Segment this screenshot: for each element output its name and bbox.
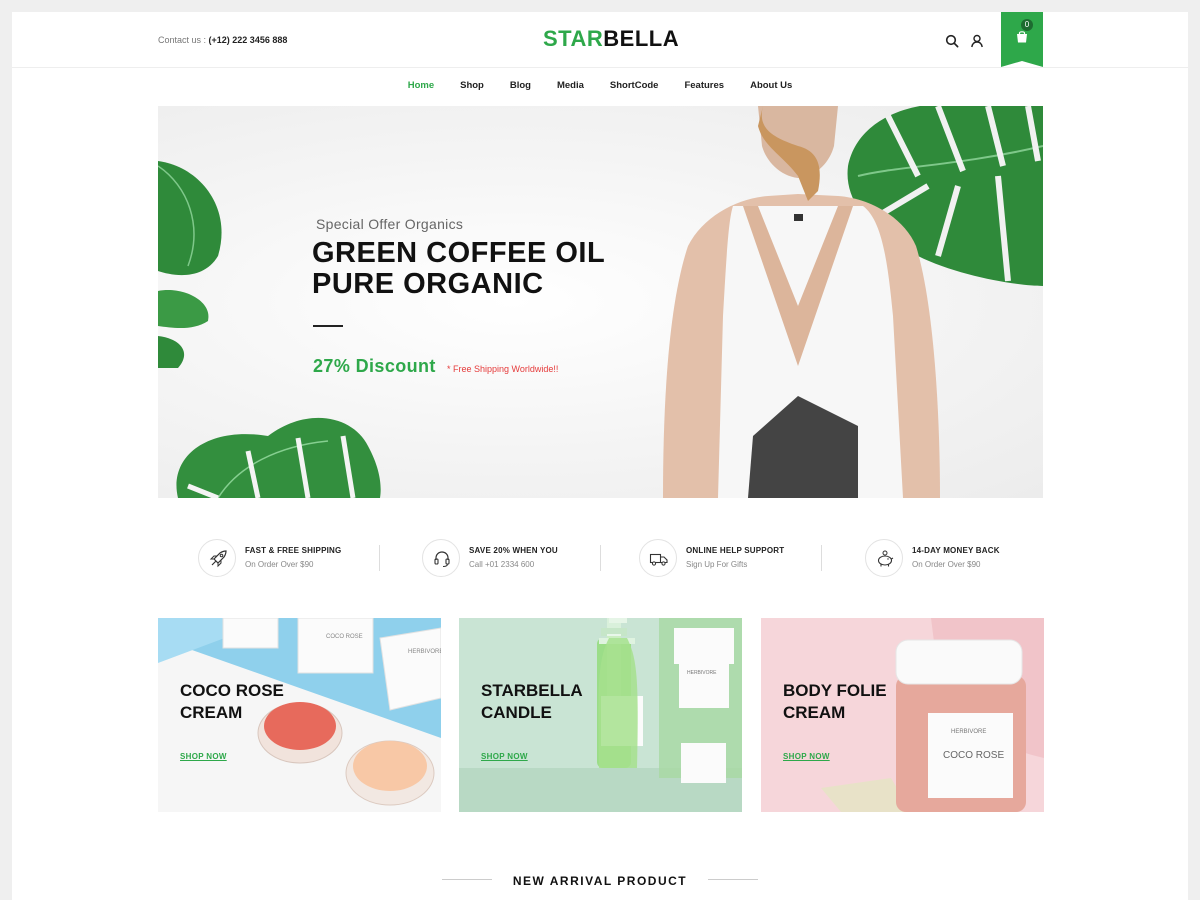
feature-title: ONLINE HELP SUPPORT bbox=[686, 546, 785, 555]
feature-title: FAST & FREE SHIPPING bbox=[245, 546, 342, 555]
hero-title-line-2: PURE ORGANIC bbox=[312, 268, 544, 300]
section-title: NEW ARRIVAL PRODUCT bbox=[512, 874, 688, 888]
nav-features[interactable]: Features bbox=[684, 80, 724, 91]
nav-shortcode[interactable]: ShortCode bbox=[610, 80, 659, 91]
promo-title: COCO ROSE CREAM bbox=[180, 680, 284, 724]
search-icon[interactable] bbox=[945, 34, 959, 48]
header: Contact us : (+12) 222 3456 888 STARBELL… bbox=[12, 12, 1188, 68]
user-icon[interactable] bbox=[970, 34, 984, 48]
promo-banner-body-folie[interactable]: HERBIVORE COCO ROSE BODY FOLIE CREAM SHO… bbox=[761, 618, 1044, 812]
promo-title-line-2: CANDLE bbox=[481, 703, 552, 722]
nav-shop[interactable]: Shop bbox=[460, 80, 484, 91]
promo-title-line-2: CREAM bbox=[783, 703, 846, 722]
label-herbivore: HERBIVORE bbox=[687, 670, 717, 676]
contact-phone[interactable]: (+12) 222 3456 888 bbox=[209, 35, 288, 45]
nav-about-us[interactable]: About Us bbox=[750, 80, 792, 91]
main-nav: Home Shop Blog Media ShortCode Features About … bbox=[12, 80, 1188, 96]
piggy-bank-icon bbox=[865, 539, 903, 577]
promo-title: STARBELLA CANDLE bbox=[481, 680, 583, 724]
shopping-bag-icon bbox=[1015, 30, 1029, 48]
feature-subtitle: Sign Up For Gifts bbox=[686, 560, 748, 569]
promo-title-line-1: COCO ROSE bbox=[180, 681, 284, 700]
hero-discount: 27% Discount bbox=[313, 356, 436, 376]
label-herbivore: HERBIVORE bbox=[408, 649, 441, 655]
feature-subtitle: On Order Over $90 bbox=[912, 560, 981, 569]
nav-blog[interactable]: Blog bbox=[510, 80, 531, 91]
feature-subtitle: Call +01 2334 600 bbox=[469, 560, 535, 569]
feature-divider bbox=[821, 545, 822, 571]
logo-part-star: STAR bbox=[543, 26, 604, 51]
hero-divider bbox=[313, 325, 343, 327]
logo-part-bella: BELLA bbox=[603, 26, 680, 51]
feature-divider bbox=[600, 545, 601, 571]
hero-image bbox=[158, 106, 1043, 498]
promo-banner-coco-rose[interactable]: COCO ROSE HERBIVORE COCO ROSE CREAM SHOP… bbox=[158, 618, 441, 812]
promo-banner-starbella-candle[interactable]: HERBIVORE STARBELLA CANDLE SHOP NOW bbox=[459, 618, 742, 812]
hero-shipping-note: * Free Shipping Worldwide!! bbox=[447, 364, 559, 374]
feature-shipping: FAST & FREE SHIPPING On Order Over $90 bbox=[198, 538, 408, 578]
nav-media[interactable]: Media bbox=[557, 80, 584, 91]
page: Contact us : (+12) 222 3456 888 STARBELL… bbox=[12, 12, 1188, 900]
new-arrival-section: NEW ARRIVAL PRODUCT bbox=[12, 872, 1188, 890]
contact-info: Contact us : (+12) 222 3456 888 bbox=[158, 35, 287, 45]
promo-title-line-1: STARBELLA bbox=[481, 681, 583, 700]
section-divider-left bbox=[442, 879, 492, 880]
feature-money-back: 14-DAY MONEY BACK On Order Over $90 bbox=[865, 538, 1075, 578]
contact-label: Contact us : bbox=[158, 35, 209, 45]
feature-title: 14-DAY MONEY BACK bbox=[912, 546, 1000, 555]
cart-button[interactable]: 0 bbox=[1001, 12, 1043, 67]
feature-title: SAVE 20% WHEN YOU bbox=[469, 546, 558, 555]
hero-subtitle: Special Offer Organics bbox=[316, 216, 464, 232]
section-divider-right bbox=[708, 879, 758, 880]
site-logo[interactable]: STARBELLA bbox=[543, 26, 679, 52]
hero-title-line-1: GREEN COFFEE OIL bbox=[312, 237, 606, 269]
truck-icon bbox=[639, 539, 677, 577]
shop-now-link[interactable]: SHOP NOW bbox=[180, 752, 227, 761]
rocket-icon bbox=[198, 539, 236, 577]
feature-subtitle: On Order Over $90 bbox=[245, 560, 314, 569]
shop-now-link[interactable]: SHOP NOW bbox=[783, 752, 830, 761]
label-coco-rose: COCO ROSE bbox=[326, 634, 363, 640]
headset-icon bbox=[422, 539, 460, 577]
nav-home[interactable]: Home bbox=[408, 80, 434, 91]
feature-support: ONLINE HELP SUPPORT Sign Up For Gifts bbox=[639, 538, 849, 578]
hero-title: GREEN COFFEE OIL PURE ORGANIC bbox=[312, 238, 605, 300]
promo-title-line-2: CREAM bbox=[180, 703, 243, 722]
promo-title: BODY FOLIE CREAM bbox=[783, 680, 887, 724]
label-herbivore: HERBIVORE bbox=[951, 729, 986, 735]
promo-title-line-1: BODY FOLIE bbox=[783, 681, 887, 700]
shop-now-link[interactable]: SHOP NOW bbox=[481, 752, 528, 761]
label-coco-rose: COCO ROSE bbox=[943, 750, 1004, 761]
hero-slider[interactable]: Special Offer Organics GREEN COFFEE OIL … bbox=[158, 106, 1043, 498]
feature-divider bbox=[379, 545, 380, 571]
